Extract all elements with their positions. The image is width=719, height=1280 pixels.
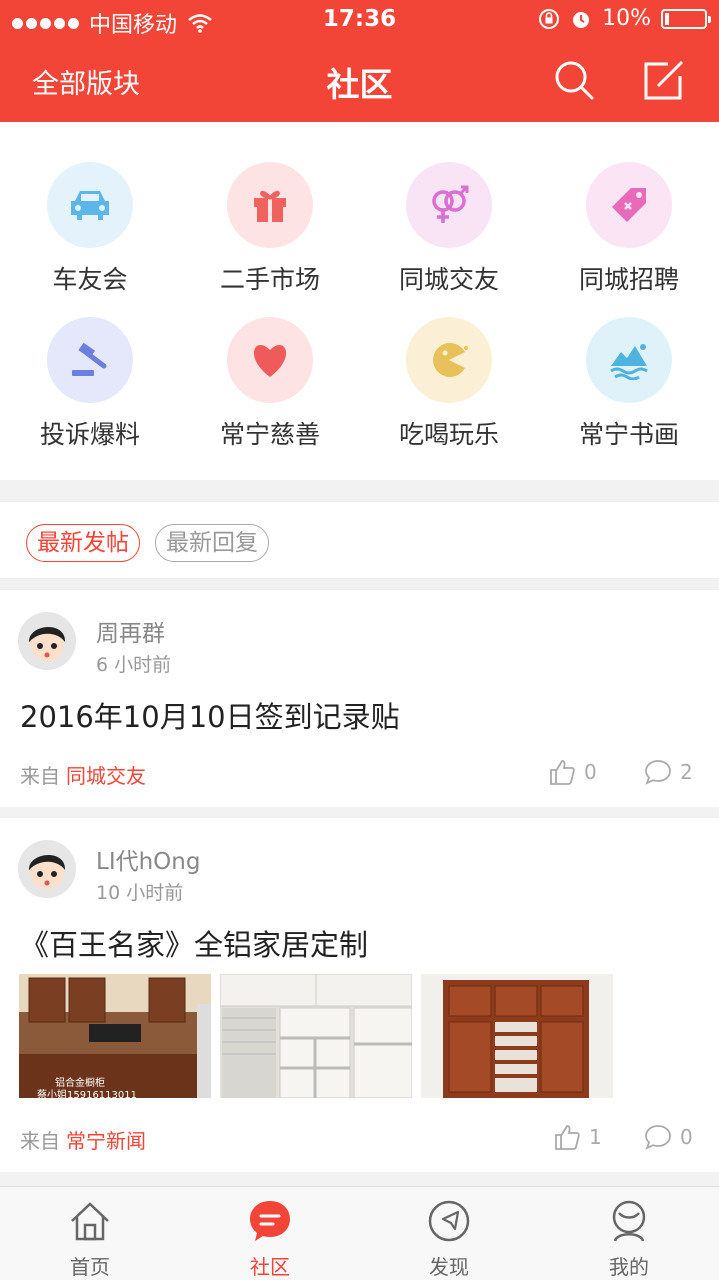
user-icon: [612, 1200, 646, 1242]
post-card[interactable]: 周再群 6 小时前 2016年10月10日签到记录贴 来自 同城交友 0 2: [0, 590, 719, 807]
category-grid: 车友会 二手市场 同城交友 同城招聘 投诉爆料 常宁慈善 吃喝玩乐 常宁书画: [0, 122, 719, 480]
tab-home[interactable]: 首页: [0, 1187, 180, 1280]
thumbs-up-icon: [550, 760, 575, 785]
tab-mine[interactable]: 我的: [539, 1187, 719, 1280]
category-complaints[interactable]: 投诉爆料: [0, 317, 180, 451]
thumbs-up-icon: [555, 1125, 580, 1150]
post-time: 10 小时前: [96, 882, 184, 904]
battery-icon: [661, 8, 711, 29]
mountain-icon: [586, 317, 672, 403]
gavel-icon: [47, 317, 133, 403]
search-icon[interactable]: [552, 58, 596, 102]
compose-icon[interactable]: [640, 58, 686, 104]
image-caption: 蔡小姐15916113011: [37, 1090, 137, 1098]
comment-count: 0: [680, 1125, 693, 1149]
status-bar: 中国移动 17:36 10%: [0, 0, 719, 40]
post-source: 来自 同城交友: [20, 764, 146, 788]
post-card[interactable]: LI代hOng 10 小时前 《百王名家》全铝家居定制 铝合金橱柜 蔡小姐159…: [0, 818, 719, 1172]
page-title: 社区: [326, 65, 393, 104]
like-count: 0: [584, 760, 597, 784]
battery-percent: 10%: [602, 6, 651, 31]
nav-bar: 全部版块 社区: [0, 40, 719, 122]
tab-latest-posts[interactable]: 最新发帖: [26, 524, 140, 562]
post-source: 来自 常宁新闻: [20, 1129, 146, 1153]
post-time: 6 小时前: [96, 654, 172, 676]
alarm-icon: [573, 11, 590, 28]
post-image-cabinet[interactable]: [421, 974, 613, 1098]
category-city-jobs[interactable]: 同城招聘: [539, 162, 719, 296]
category-city-friends[interactable]: 同城交友: [359, 162, 539, 296]
like-button[interactable]: 0: [548, 758, 597, 786]
rotation-lock-icon: [539, 8, 560, 29]
avatar[interactable]: [18, 612, 76, 670]
comment-count: 2: [680, 760, 693, 784]
category-food-fun[interactable]: 吃喝玩乐: [359, 317, 539, 451]
like-count: 1: [589, 1125, 602, 1149]
gender-icon: [406, 162, 492, 248]
category-second-hand[interactable]: 二手市场: [180, 162, 360, 296]
top-bar: 中国移动 17:36 10% 全部版块 社区: [0, 0, 719, 122]
pacman-icon: [406, 317, 492, 403]
like-button[interactable]: 1: [553, 1123, 602, 1151]
comment-button[interactable]: 0: [644, 1123, 693, 1151]
category-calligraphy[interactable]: 常宁书画: [539, 317, 719, 451]
car-icon: [47, 162, 133, 248]
post-board-link[interactable]: 常宁新闻: [66, 1129, 146, 1153]
tag-icon: [586, 162, 672, 248]
comment-button[interactable]: 2: [644, 758, 693, 786]
post-image-kitchen[interactable]: 铝合金橱柜 蔡小姐15916113011: [19, 974, 211, 1098]
home-icon: [71, 1202, 109, 1241]
category-car-club[interactable]: 车友会: [0, 162, 180, 296]
tab-discover[interactable]: 发现: [359, 1187, 539, 1280]
post-board-link[interactable]: 同城交友: [66, 764, 146, 788]
comment-icon: [645, 760, 671, 785]
gift-icon: [227, 162, 313, 248]
post-image-wardrobe[interactable]: [220, 974, 412, 1098]
post-tabs: 最新发帖 最新回复: [0, 502, 719, 578]
tab-latest-replies[interactable]: 最新回复: [155, 524, 269, 562]
bottom-tab-bar: 首页 社区 发现 我的: [0, 1186, 719, 1280]
heart-icon: [227, 317, 313, 403]
tab-community[interactable]: 社区: [180, 1187, 360, 1280]
compass-icon: [428, 1200, 470, 1242]
chat-bubble-icon: [250, 1201, 290, 1241]
post-title[interactable]: 2016年10月10日签到记录贴: [20, 694, 400, 736]
post-author[interactable]: LI代hOng: [96, 842, 200, 876]
comment-icon: [645, 1125, 671, 1150]
category-charity[interactable]: 常宁慈善: [180, 317, 360, 451]
post-title[interactable]: 《百王名家》全铝家居定制: [20, 922, 368, 964]
post-author[interactable]: 周再群: [96, 614, 165, 648]
avatar[interactable]: [18, 840, 76, 898]
